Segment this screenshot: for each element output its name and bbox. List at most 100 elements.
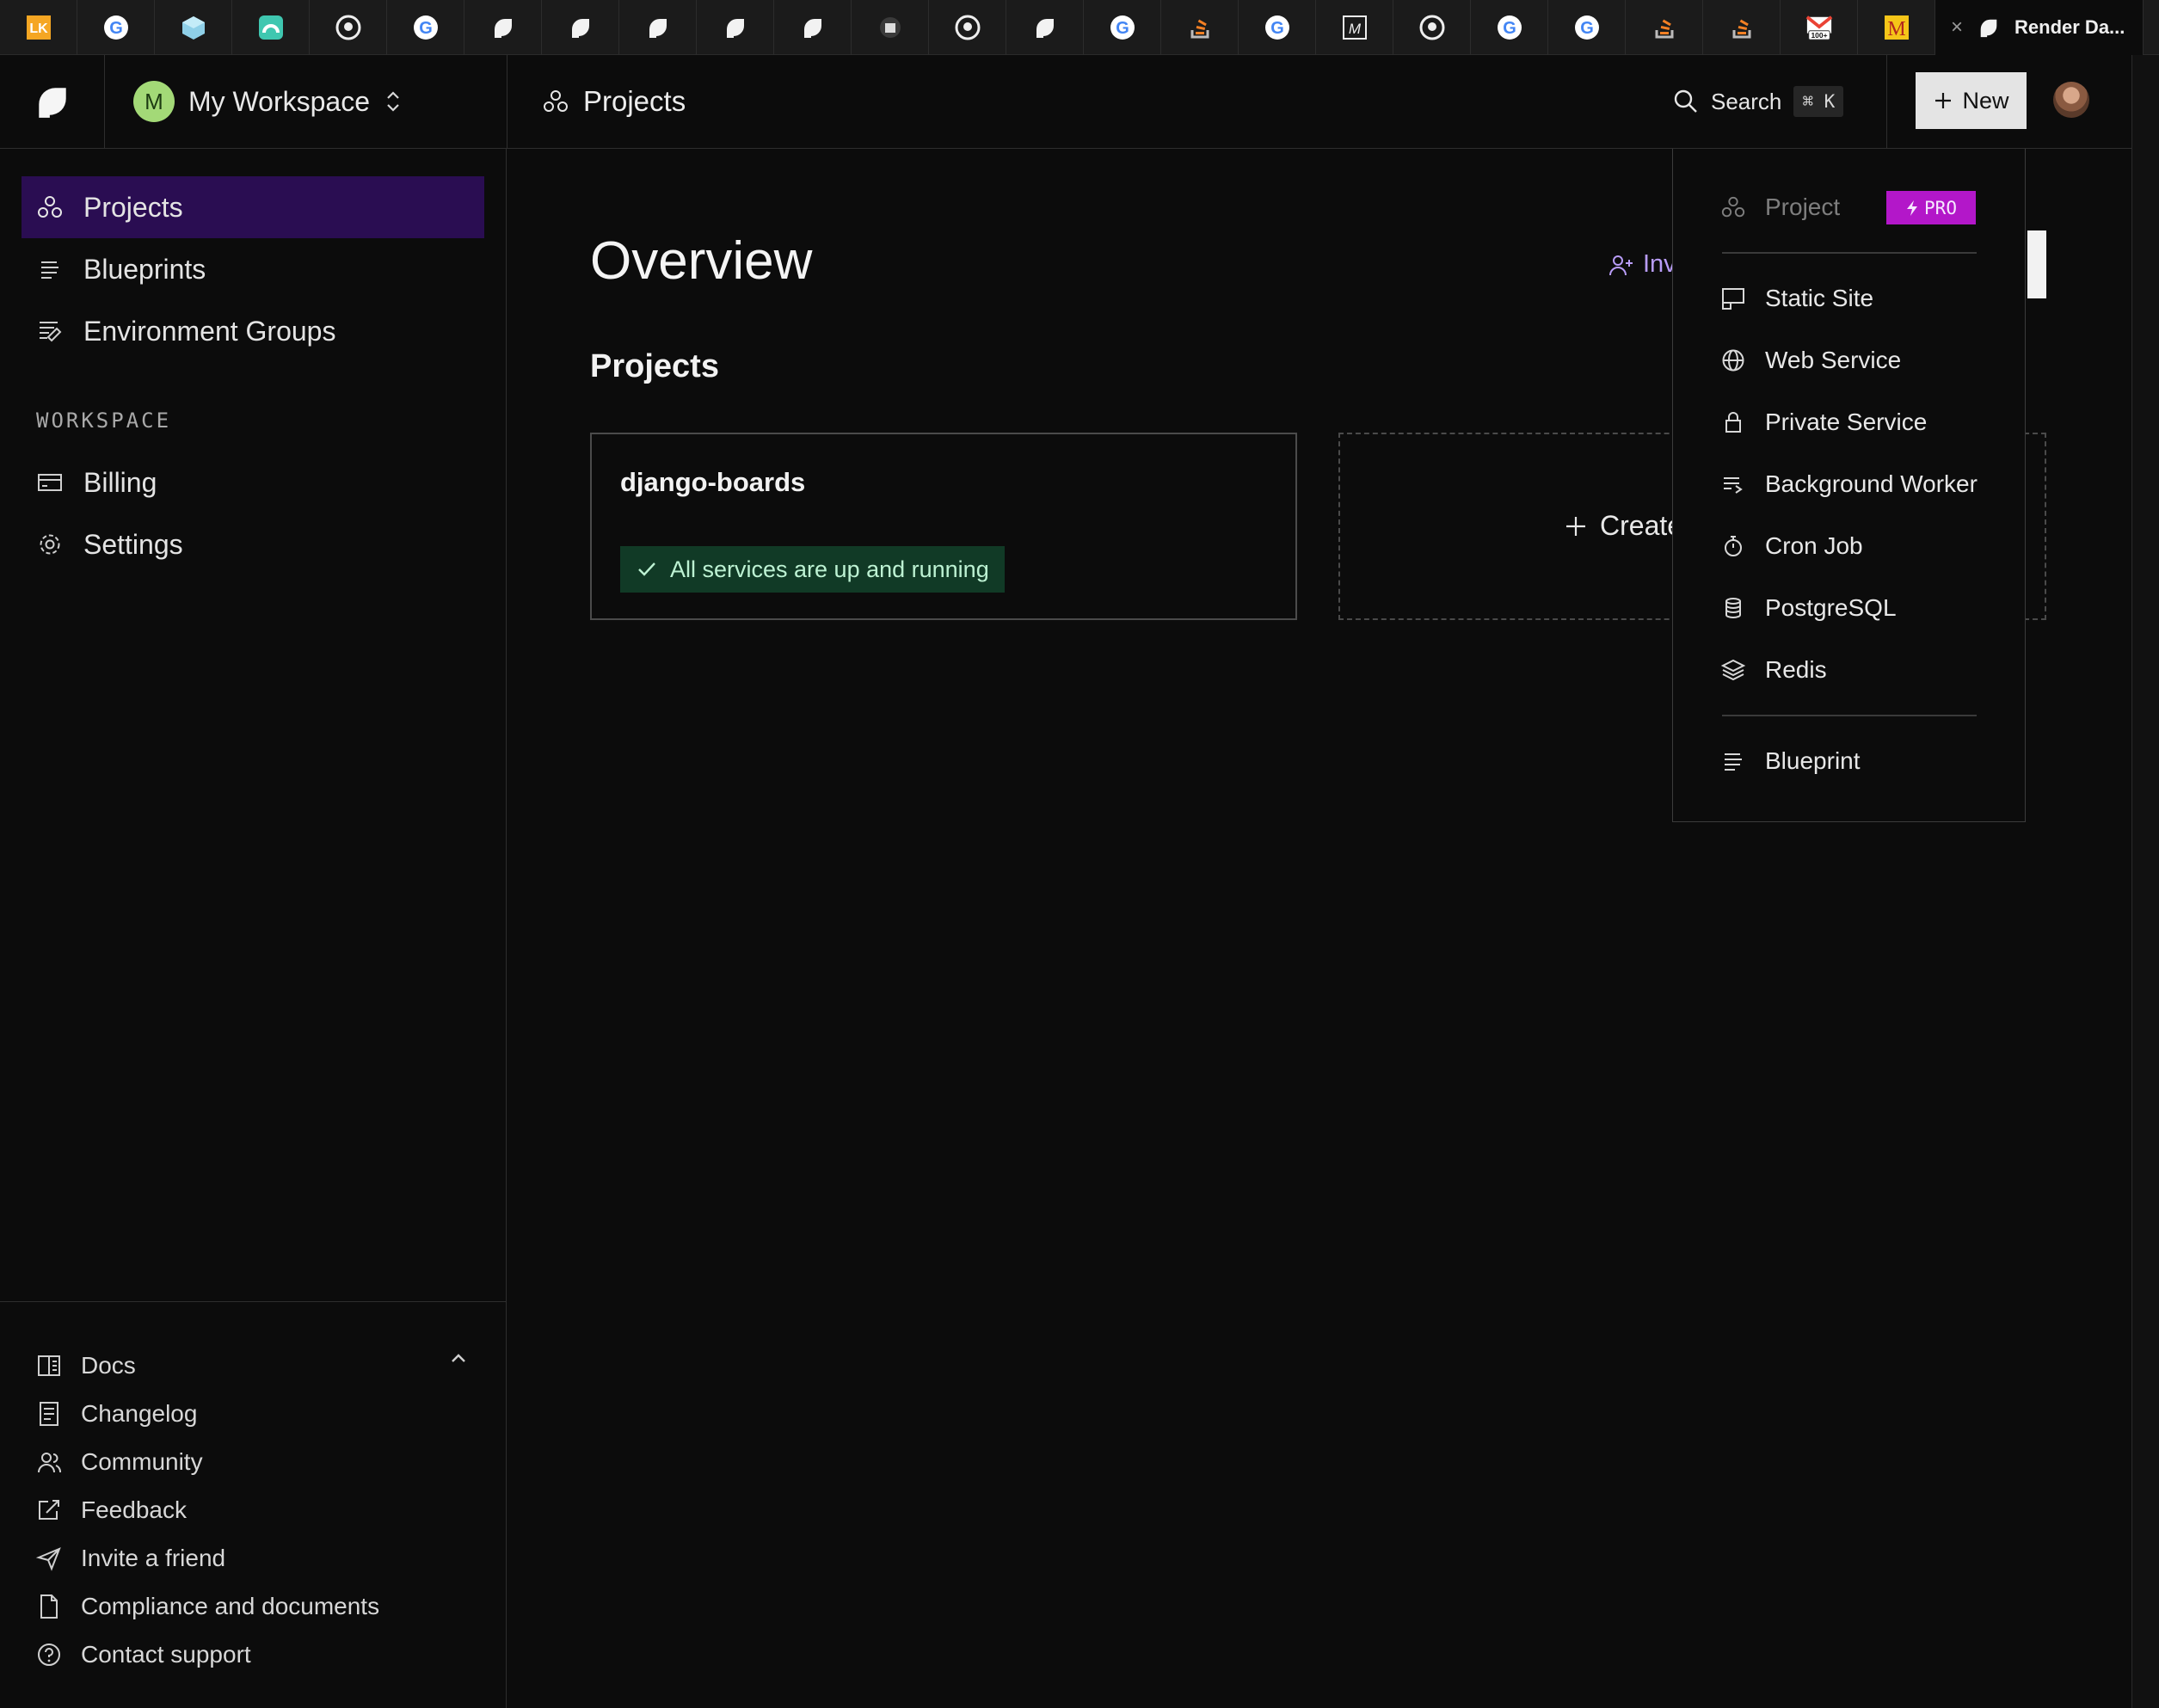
new-button[interactable]: New [1916,72,2027,129]
sidebar-item-label: Projects [83,191,183,223]
blueprint-icon [35,255,65,284]
footer-item-label: Docs [81,1352,136,1379]
cube-icon [180,14,207,41]
status-badge: All services are up and running [620,546,1005,593]
window-gutter [2132,55,2159,1708]
browser-tab[interactable] [619,0,697,55]
sidebar-item-label: Settings [83,528,183,560]
search-label: Search [1711,88,1782,114]
overview-title: Overview [590,231,813,291]
browser-tab[interactable] [929,0,1006,55]
close-icon[interactable]: × [1951,15,1963,40]
lightning-icon [1907,200,1918,216]
docs-icon [34,1351,64,1380]
browser-tab[interactable]: M [1316,0,1393,55]
menu-item-blueprint[interactable]: Blueprint [1720,737,1996,785]
document-icon [34,1592,64,1621]
browser-tab[interactable] [1161,0,1239,55]
footer-item-label: Feedback [81,1496,187,1523]
google-icon: G [102,14,130,41]
menu-item-redis[interactable]: Redis [1720,646,1996,694]
browser-tab[interactable] [852,0,929,55]
render-icon [1975,14,2002,41]
sidebar-item-projects[interactable]: Projects [22,176,484,238]
menu-item-background-worker[interactable]: Background Worker [1720,460,1996,508]
footer-item-label: Contact support [81,1641,251,1668]
menu-item-postgresql[interactable]: PostgreSQL [1720,584,1996,632]
partially-hidden-button[interactable] [2027,230,2046,298]
browser-tab[interactable] [464,0,542,55]
menu-item-web-service[interactable]: Web Service [1720,336,1996,384]
browser-tab[interactable] [1626,0,1703,55]
browser-tab[interactable] [310,0,387,55]
menu-divider [1722,252,1977,254]
footer-item-label: Invite a friend [81,1545,226,1571]
add-user-icon [1609,255,1633,275]
browser-tab[interactable] [774,0,852,55]
browser-tab[interactable]: G [1084,0,1161,55]
gmail-badge: 100+ [1811,31,1827,40]
render-icon [38,88,66,118]
status-text: All services are up and running [670,556,989,582]
sidebar-item-blueprints[interactable]: Blueprints [22,238,484,300]
stackoverflow-icon [1186,14,1214,41]
browser-tab[interactable]: G [77,0,155,55]
render-icon [644,14,672,41]
new-dropdown-menu: Project PRO Static Site Web Service Priv… [1672,149,2026,822]
menu-item-static-site[interactable]: Static Site [1720,274,1996,323]
sidebar-item-environment-groups[interactable]: Environment Groups [22,300,484,362]
menu-divider [1722,715,1977,716]
menu-item-label: PostgreSQL [1765,594,1897,621]
github-icon [335,14,362,41]
browser-tab[interactable] [1703,0,1781,55]
search-button[interactable]: Search ⌘ K [1673,55,1844,148]
projects-icon [1720,194,1746,220]
browser-tab[interactable]: G [1239,0,1316,55]
browser-tab[interactable]: G [387,0,464,55]
render-logo[interactable] [0,55,105,148]
chevron-up-icon[interactable] [446,1345,471,1371]
browser-tab[interactable] [542,0,619,55]
footer-item-feedback[interactable]: Feedback [34,1490,187,1531]
footer-item-label: Community [81,1448,203,1475]
menu-item-private-service[interactable]: Private Service [1720,398,1996,446]
sidebar-item-label: Billing [83,466,157,498]
stackoverflow-icon [1651,14,1678,41]
google-icon: G [1109,14,1136,41]
user-avatar[interactable] [2053,82,2089,118]
projects-icon [35,193,65,222]
footer-item-compliance[interactable]: Compliance and documents [34,1586,379,1627]
browser-tab[interactable]: 100+ [1781,0,1858,55]
sidebar-item-billing[interactable]: Billing [22,452,484,513]
gmail-icon: 100+ [1805,14,1833,41]
sidebar-item-settings[interactable]: Settings [22,513,484,575]
community-icon [34,1447,64,1477]
footer-item-label: Compliance and documents [81,1593,380,1619]
menu-item-cron-job[interactable]: Cron Job [1720,522,1996,570]
project-card[interactable]: django-boards All services are up and ru… [590,433,1297,620]
browser-tab[interactable]: LK [0,0,77,55]
footer-item-contact-support[interactable]: Contact support [34,1634,251,1675]
invite-link[interactable]: Inv [1608,250,1676,279]
browser-tab[interactable] [1393,0,1471,55]
workspace-switcher[interactable]: M My Workspace [133,55,403,148]
rainbow-icon [257,14,285,41]
browser-tab[interactable] [232,0,310,55]
browser-tab[interactable]: G [1548,0,1626,55]
app-header: M My Workspace Projects Search ⌘ K New [0,55,2131,149]
menu-item-label: Static Site [1765,285,1874,311]
sidebar-footer: Docs Changelog Community Feedback Invite… [0,1301,506,1708]
browser-tab[interactable]: G [1471,0,1548,55]
browser-tab[interactable]: M [1858,0,1935,55]
browser-tab[interactable] [155,0,232,55]
browser-tab[interactable] [697,0,774,55]
svg-text:G: G [109,19,123,38]
footer-item-docs[interactable]: Docs [34,1345,136,1386]
google-icon: G [1496,14,1523,41]
header-divider [1886,55,1887,148]
footer-item-community[interactable]: Community [34,1441,203,1483]
footer-item-invite-friend[interactable]: Invite a friend [34,1538,225,1579]
footer-item-changelog[interactable]: Changelog [34,1393,197,1435]
browser-tab-active[interactable]: × Render Da... [1935,0,2144,55]
browser-tab[interactable] [1006,0,1084,55]
